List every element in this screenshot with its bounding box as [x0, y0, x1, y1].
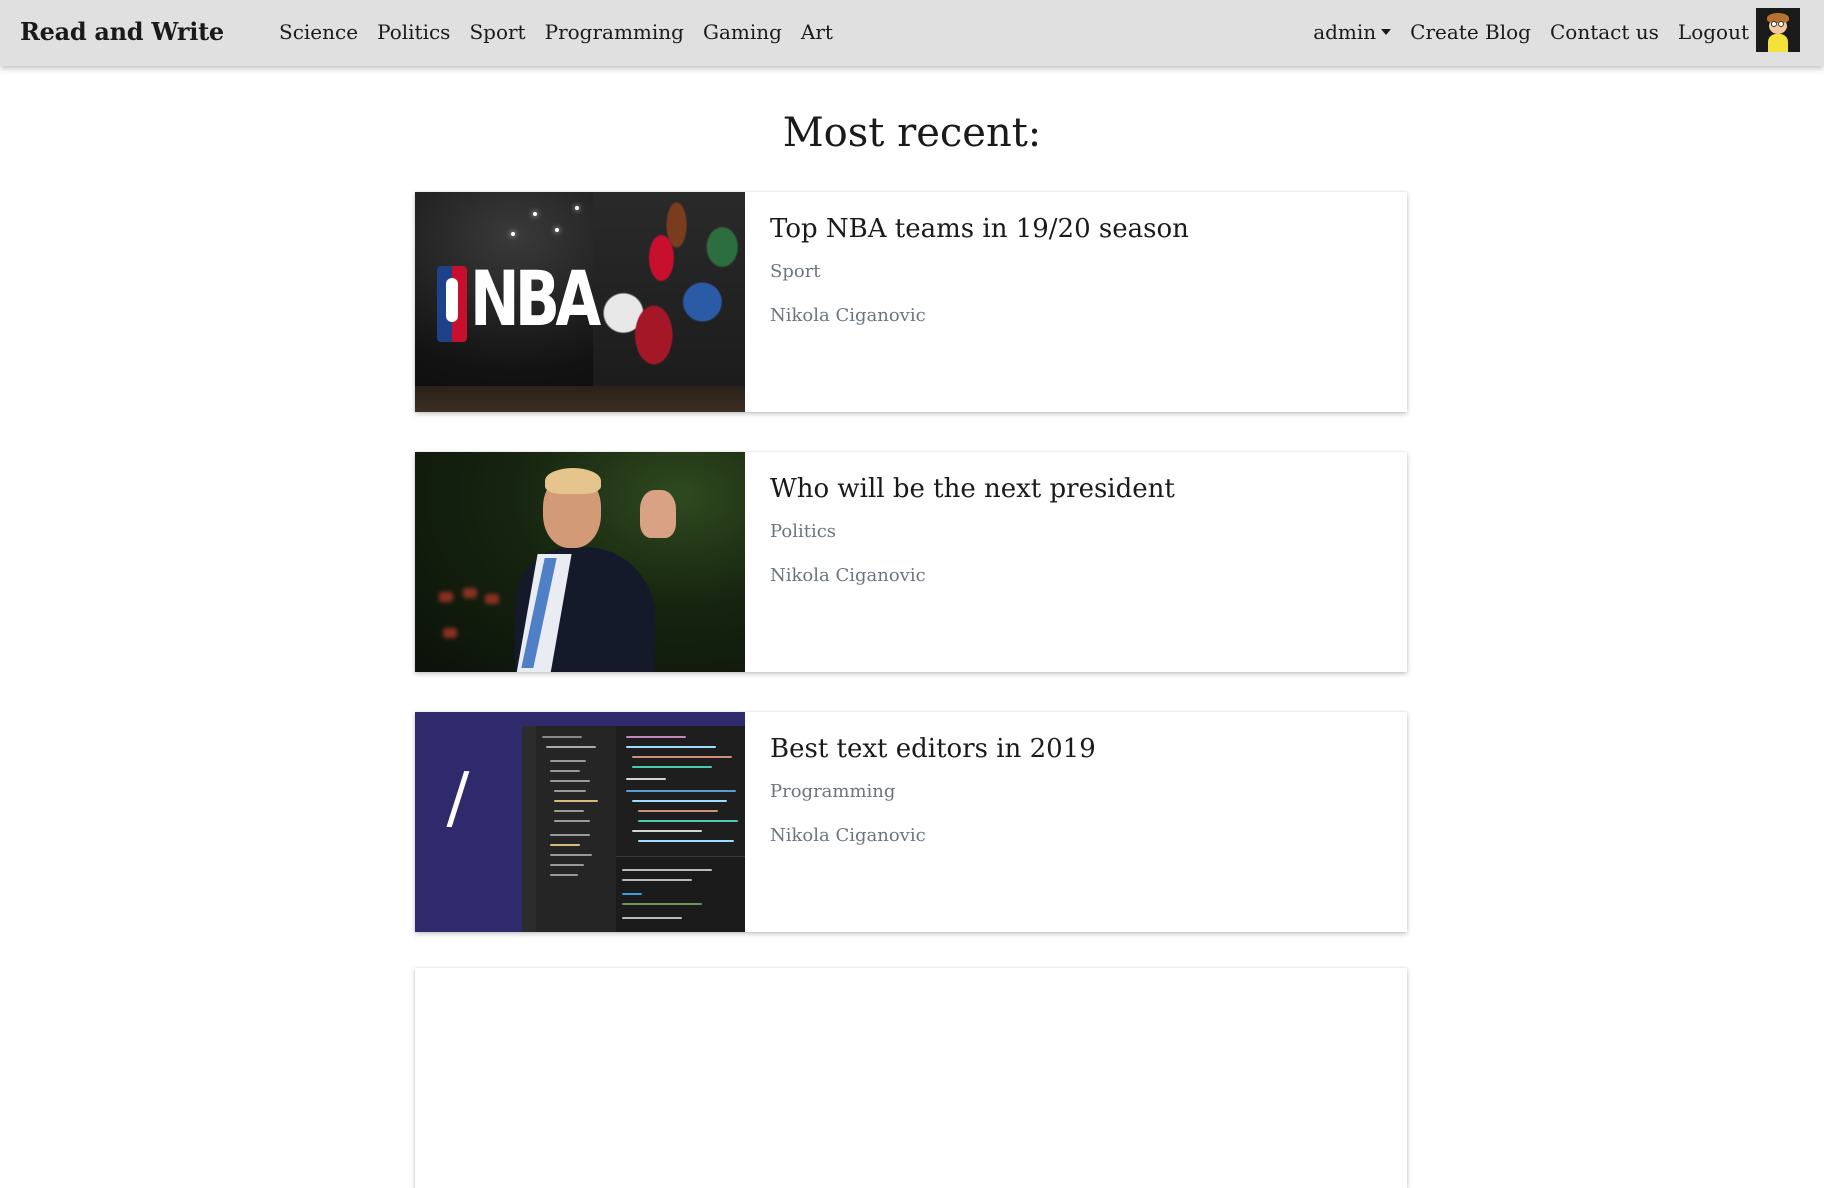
nav-link-gaming[interactable]: Gaming — [703, 20, 782, 44]
post-body: Who will be the next president Politics … — [770, 474, 1387, 586]
post-category: Programming — [770, 781, 896, 802]
caret-down-icon — [1381, 29, 1392, 35]
nba-logo-icon — [437, 266, 467, 342]
post-author: Nikola Ciganovic — [770, 305, 926, 326]
brand-link[interactable]: Read and Write — [20, 17, 224, 46]
post-card[interactable]: ⧸ Best text editors in 2019 Programming … — [415, 712, 1407, 932]
nba-thumbnail[interactable]: NBA — [415, 192, 745, 412]
post-category: Politics — [770, 521, 837, 542]
post-author: Nikola Ciganovic — [770, 565, 926, 586]
post-card[interactable] — [415, 968, 1407, 1188]
user-avatar-icon[interactable] — [1756, 8, 1800, 52]
post-body: Top NBA teams in 19/20 season Sport Niko… — [770, 214, 1387, 326]
post-card[interactable]: Who will be the next president Politics … — [415, 452, 1407, 672]
post-title[interactable]: Who will be the next president — [770, 474, 1387, 504]
user-menu-label: admin — [1313, 20, 1377, 44]
logout-link[interactable]: Logout — [1678, 20, 1749, 44]
category-nav: Science Politics Sport Programming Gamin… — [279, 20, 852, 44]
politics-thumbnail[interactable] — [415, 452, 745, 672]
create-blog-link[interactable]: Create Blog — [1410, 20, 1531, 44]
post-card[interactable]: NBA Top NBA teams in 19/20 season Sport … — [415, 192, 1407, 412]
user-menu-dropdown[interactable]: admin — [1313, 20, 1392, 44]
post-title[interactable]: Best text editors in 2019 — [770, 734, 1387, 764]
navbar: Read and Write Science Politics Sport Pr… — [0, 0, 1824, 66]
nav-link-sport[interactable]: Sport — [469, 20, 525, 44]
contact-link[interactable]: Contact us — [1550, 20, 1659, 44]
code-editor-thumbnail[interactable]: ⧸ — [415, 712, 745, 932]
nav-link-programming[interactable]: Programming — [545, 20, 684, 44]
post-body: Best text editors in 2019 Programming Ni… — [770, 734, 1387, 846]
post-category: Sport — [770, 261, 821, 282]
account-nav: admin Create Blog Contact us Logout — [1294, 20, 1749, 44]
post-title[interactable]: Top NBA teams in 19/20 season — [770, 214, 1387, 244]
nav-link-science[interactable]: Science — [279, 20, 358, 44]
post-author: Nikola Ciganovic — [770, 825, 926, 846]
page-title: Most recent: — [782, 110, 1042, 156]
nav-link-art[interactable]: Art — [801, 20, 833, 44]
nav-link-politics[interactable]: Politics — [377, 20, 450, 44]
visual-studio-code-logo-icon: ⧸ — [447, 765, 469, 835]
